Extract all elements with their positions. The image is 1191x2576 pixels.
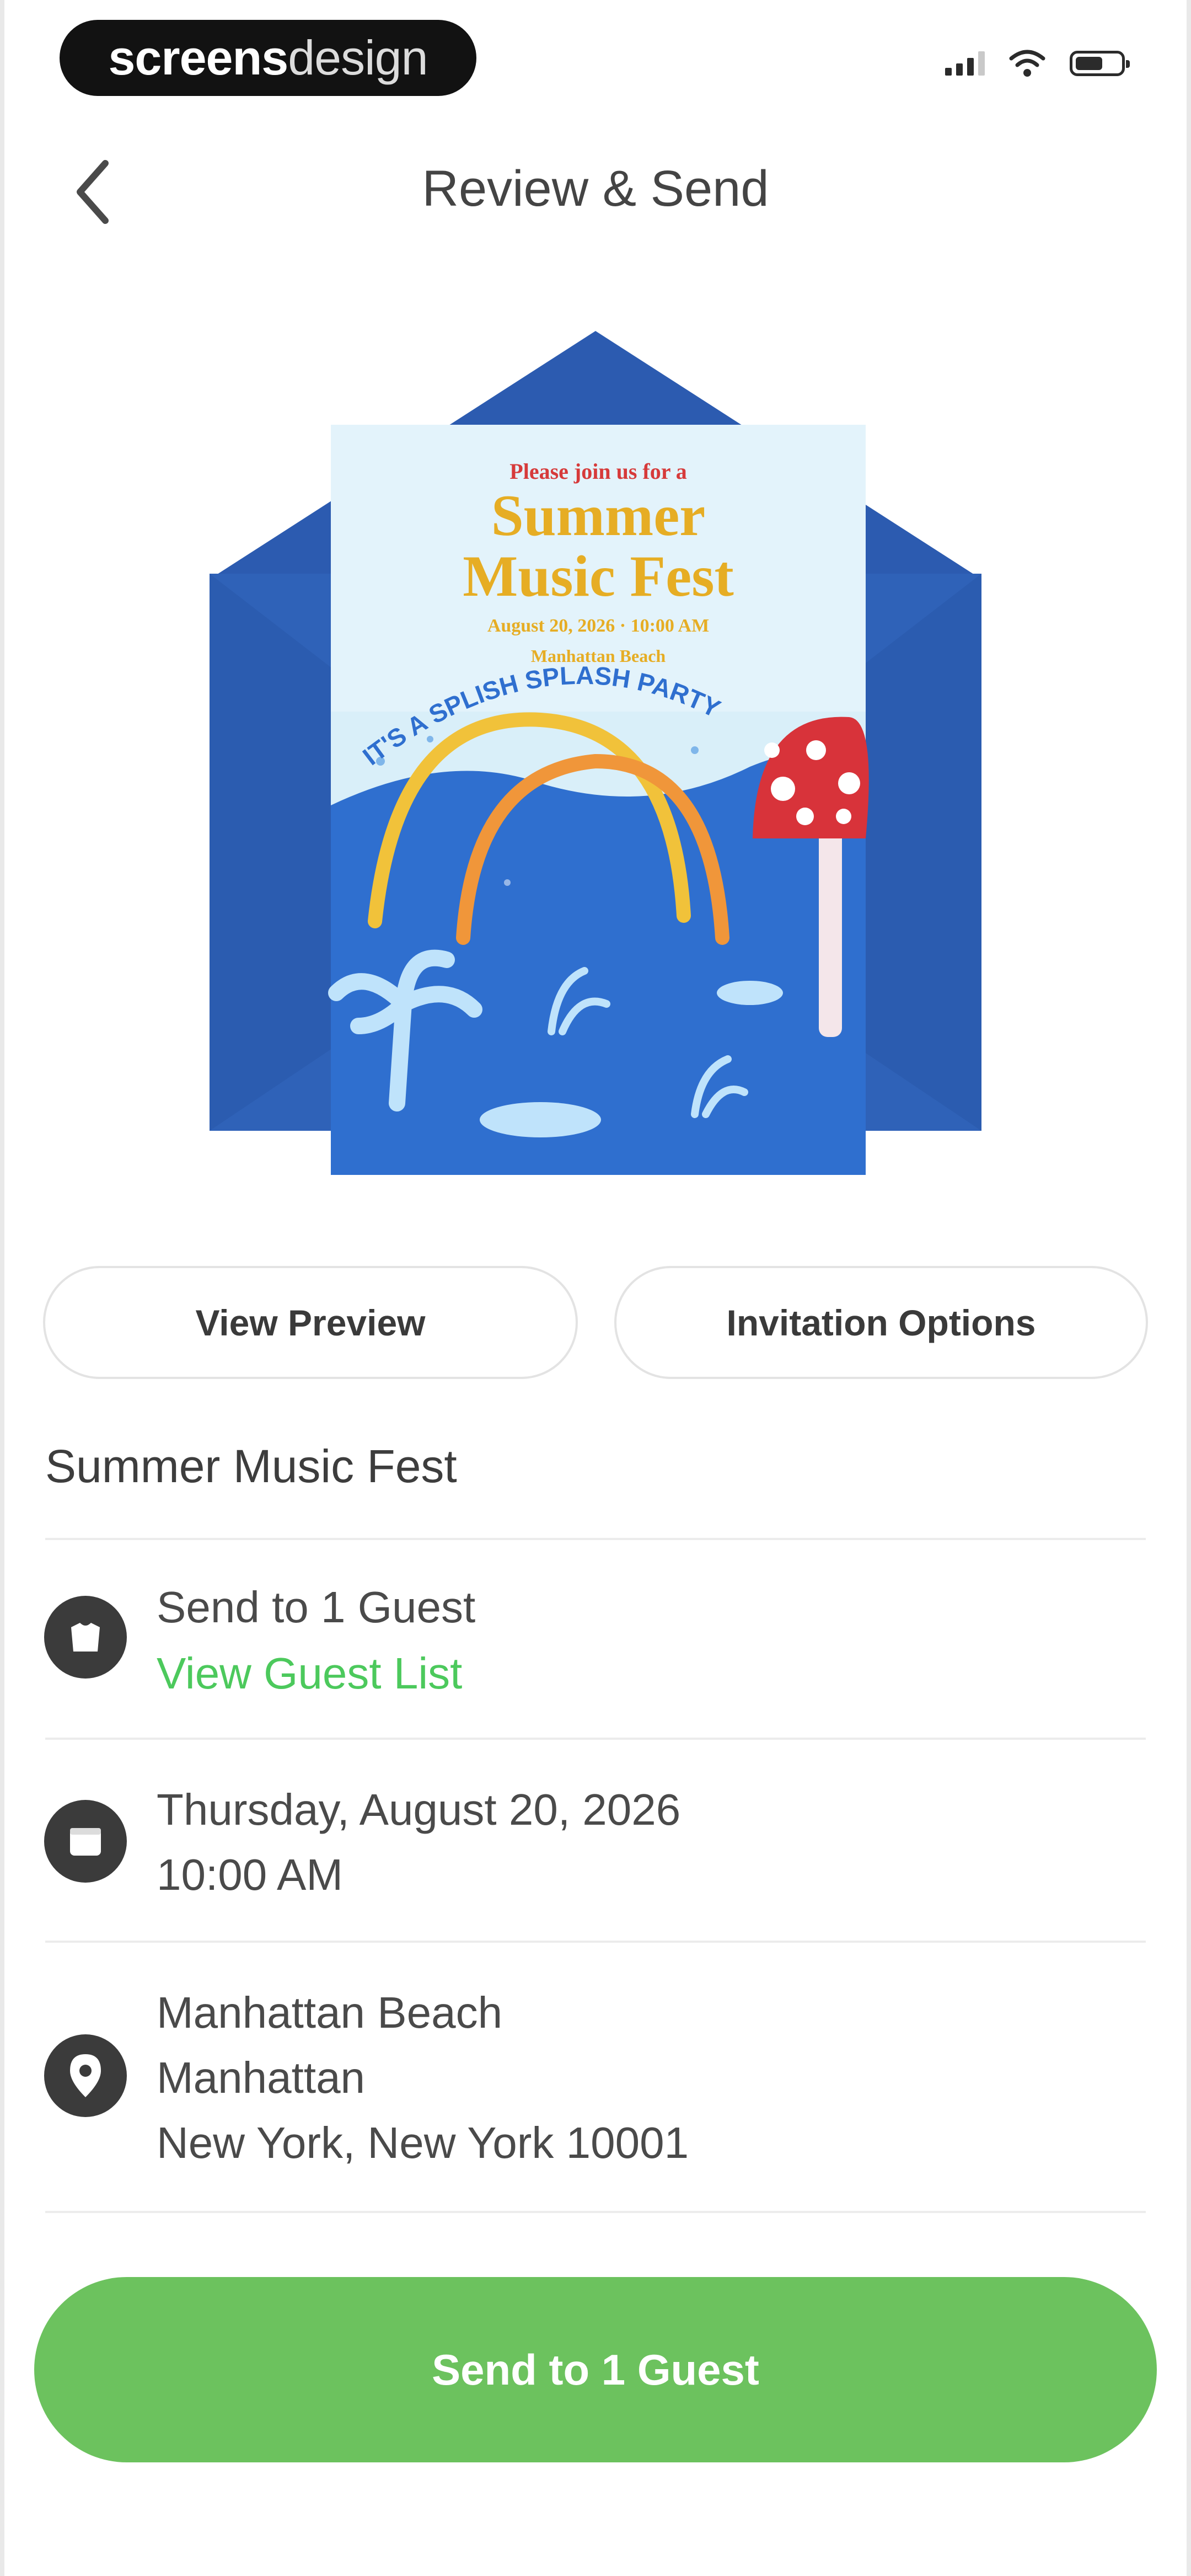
page-title: Review & Send bbox=[422, 161, 769, 217]
guest-icon bbox=[44, 1596, 127, 1679]
invite-line: Please join us for a bbox=[509, 459, 686, 484]
wifi-icon bbox=[1009, 50, 1045, 77]
status-icons bbox=[945, 50, 1130, 77]
invite-title-line2: Music Fest bbox=[463, 544, 734, 608]
brand-text-bold: screens bbox=[108, 30, 288, 85]
view-preview-button[interactable]: View Preview bbox=[43, 1266, 578, 1379]
calendar-icon bbox=[44, 1800, 127, 1883]
divider bbox=[45, 2211, 1146, 2213]
location-pin-icon bbox=[44, 2034, 127, 2117]
guest-count-text: Send to 1 Guest bbox=[157, 1583, 476, 1632]
frame-border-left bbox=[0, 0, 4, 2576]
divider bbox=[45, 1538, 1146, 1540]
brand-text-light: design bbox=[288, 30, 428, 85]
location-line2: Manhattan bbox=[157, 2053, 366, 2102]
divider bbox=[45, 1738, 1146, 1740]
event-title: Summer Music Fest bbox=[45, 1440, 457, 1492]
invite-date-line: August 20, 2026 · 10:00 AM bbox=[487, 616, 709, 636]
invite-title-line1: Summer bbox=[491, 483, 706, 548]
battery-icon bbox=[1070, 51, 1130, 76]
invitation-options-button[interactable]: Invitation Options bbox=[614, 1266, 1148, 1379]
send-button[interactable]: Send to 1 Guest bbox=[34, 2277, 1157, 2462]
cellular-signal-icon bbox=[945, 51, 985, 76]
frame-border-right bbox=[1187, 0, 1191, 2576]
view-guest-list-link[interactable]: View Guest List bbox=[157, 1641, 462, 1706]
location-line3: New York, New York 10001 bbox=[157, 2118, 689, 2167]
location-line1: Manhattan Beach bbox=[157, 1988, 503, 2037]
mushroom-stem bbox=[819, 827, 842, 1037]
invitation-card-preview[interactable]: Please join us for a Summer Music Fest A… bbox=[198, 331, 993, 1191]
brand-watermark: screens design bbox=[60, 20, 476, 96]
event-time: 10:00 AM bbox=[157, 1850, 344, 1899]
divider bbox=[45, 1941, 1146, 1943]
event-date: Thursday, August 20, 2026 bbox=[157, 1785, 681, 1834]
